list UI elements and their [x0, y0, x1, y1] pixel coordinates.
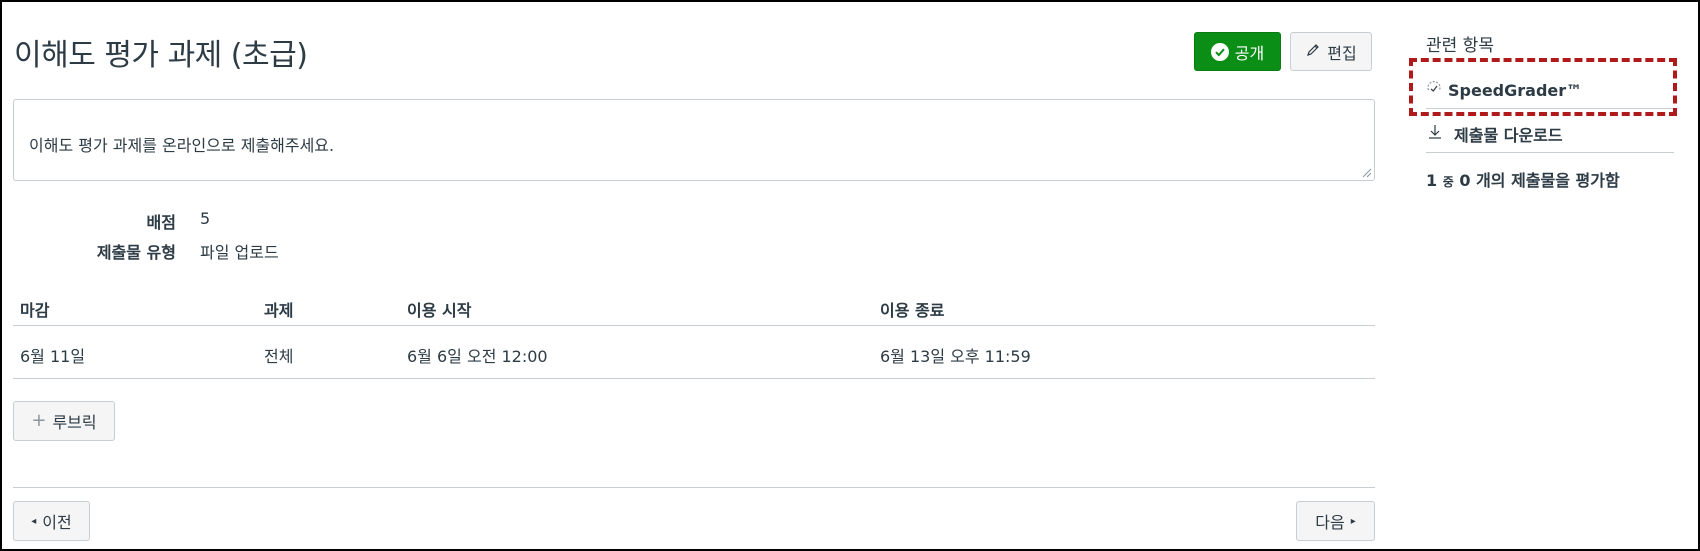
grading-status: 1 중 0 개의 제출물을 평가함	[1426, 167, 1620, 191]
description-text: 이해도 평가 과제를 온라인으로 제출해주세요.	[29, 136, 335, 155]
cell-available-from: 6월 6일 오전 12:00	[407, 347, 548, 366]
assignment-page: 이해도 평가 과제 (초급) 공개 편집 이해도 평가 과제를 온라인으로 제출…	[0, 0, 1700, 551]
page-title: 이해도 평가 과제 (초급)	[14, 38, 308, 73]
edit-button[interactable]: 편집	[1290, 32, 1372, 71]
pencil-icon	[1305, 42, 1321, 62]
rubric-label: 루브릭	[52, 413, 97, 432]
total-count: 1	[1426, 171, 1438, 190]
points-label: 배점	[146, 213, 176, 232]
caret-left-icon: ◂	[31, 515, 37, 527]
grading-status-suffix: 개의 제출물을 평가함	[1476, 171, 1620, 190]
submission-type-value: 파일 업로드	[200, 243, 279, 262]
edit-label: 편집	[1327, 43, 1357, 63]
caret-right-icon: ▸	[1350, 515, 1356, 527]
download-submissions-link[interactable]: 제출물 다운로드	[1426, 122, 1563, 146]
add-rubric-button[interactable]: + 루브릭	[13, 401, 115, 441]
points-row: 배점 5	[2, 209, 1700, 232]
publish-button[interactable]: 공개	[1194, 32, 1281, 71]
points-value: 5	[200, 209, 211, 228]
header-available-until: 이용 종료	[880, 301, 945, 320]
download-label: 제출물 다운로드	[1454, 126, 1563, 145]
of-word: 중	[1442, 175, 1454, 189]
sidebar-title: 관련 항목	[1426, 36, 1494, 56]
header-due: 마감	[20, 301, 50, 320]
submission-type-label: 제출물 유형	[96, 243, 176, 262]
next-button[interactable]: 다음 ▸	[1296, 501, 1375, 541]
cell-available-until: 6월 13일 오후 11:59	[880, 347, 1031, 366]
footer-divider	[13, 487, 1375, 488]
sidebar-divider	[1426, 152, 1674, 153]
download-icon	[1426, 123, 1444, 145]
speedgrader-highlight-box	[1409, 58, 1677, 116]
check-circle-icon	[1210, 42, 1229, 61]
resize-handle-icon[interactable]	[1362, 168, 1372, 178]
next-label: 다음	[1315, 513, 1345, 532]
previous-button[interactable]: ◂ 이전	[13, 501, 90, 541]
cell-due: 6월 11일	[20, 347, 86, 366]
cell-for: 전체	[264, 347, 294, 366]
table-row-divider	[13, 378, 1375, 379]
submission-type-row: 제출물 유형 파일 업로드	[2, 239, 1700, 262]
graded-count: 0	[1459, 171, 1471, 190]
plus-icon: +	[31, 410, 47, 431]
header-for: 과제	[264, 301, 294, 320]
description-box: 이해도 평가 과제를 온라인으로 제출해주세요.	[13, 99, 1375, 181]
header-available-from: 이용 시작	[407, 301, 472, 320]
table-header-divider	[13, 325, 1375, 326]
previous-label: 이전	[42, 513, 72, 532]
publish-label: 공개	[1234, 43, 1265, 63]
